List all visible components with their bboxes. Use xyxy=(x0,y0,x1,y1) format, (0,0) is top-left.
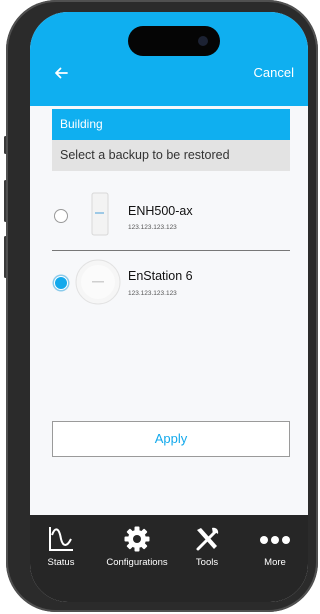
more-dots-icon xyxy=(260,536,290,544)
tab-more[interactable]: More xyxy=(252,525,298,585)
tools-icon xyxy=(196,527,219,551)
device-ip: 123.123.123.123 xyxy=(128,224,177,231)
dynamic-island xyxy=(128,26,220,56)
gear-icon xyxy=(124,526,150,552)
device-image-enstation6 xyxy=(74,258,122,311)
divider xyxy=(52,250,290,251)
device-name: EnStation 6 xyxy=(128,269,193,283)
radio-button-selected[interactable] xyxy=(54,276,68,290)
section-title: Building xyxy=(52,109,290,140)
list-item-device-2[interactable]: EnStation 6 123.123.123.123 xyxy=(52,258,290,314)
tab-label: Status xyxy=(47,557,75,568)
device-ip: 123.123.123.123 xyxy=(128,290,177,297)
device-name: ENH500-ax xyxy=(128,204,193,218)
tab-configurations[interactable]: Configurations xyxy=(96,525,178,585)
arrow-left-icon[interactable] xyxy=(52,64,70,82)
tab-label: Configurations xyxy=(106,557,168,568)
tab-label: More xyxy=(264,557,286,568)
bottom-tab-bar: Status Configurations Tools More xyxy=(30,515,308,602)
radio-button[interactable] xyxy=(54,209,68,223)
tab-status[interactable]: Status xyxy=(36,525,86,585)
status-chart-icon xyxy=(49,527,73,551)
app-screen: Cancel Building Select a backup to be re… xyxy=(30,12,308,602)
device-image-enh500 xyxy=(90,192,110,241)
apply-button[interactable]: Apply xyxy=(52,421,290,457)
phone-frame: Cancel Building Select a backup to be re… xyxy=(6,0,318,612)
top-bar: Cancel xyxy=(30,12,308,106)
section-subtitle: Select a backup to be restored xyxy=(52,140,290,171)
camera-dot xyxy=(198,36,208,46)
tab-tools[interactable]: Tools xyxy=(182,525,232,585)
cancel-button[interactable]: Cancel xyxy=(254,65,294,80)
list-item-device-1[interactable]: ENH500-ax 123.123.123.123 xyxy=(52,192,290,248)
tab-label: Tools xyxy=(195,557,219,568)
